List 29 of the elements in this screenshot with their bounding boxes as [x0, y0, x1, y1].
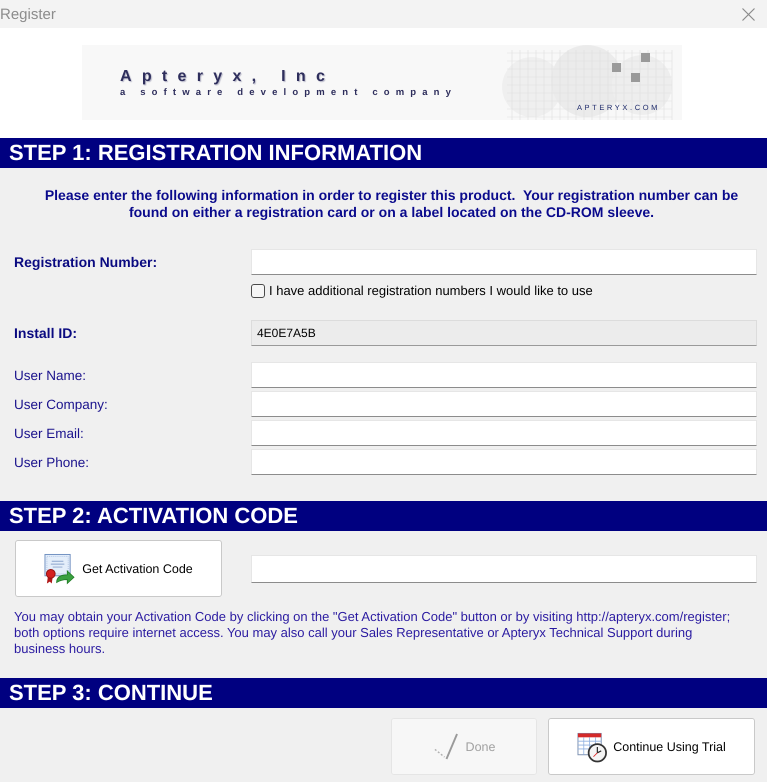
certificate-arrow-icon: [44, 552, 76, 584]
calendar-clock-icon: [577, 730, 608, 762]
company-name: Apteryx, Inc: [120, 69, 336, 85]
field-label: Registration Number:: [14, 254, 158, 270]
checkbox-label[interactable]: I have additional registration numbers I would like to use: [269, 283, 593, 298]
get-activation-code-button[interactable]: Get Activation Code: [15, 540, 222, 597]
activation-code-field[interactable]: [251, 554, 757, 582]
read-only-field[interactable]: 4E0E7A5B: [251, 320, 757, 346]
info-text: You may obtain your Activation Code by clicking on the "Get Activation Code" button or by visiting http://apteryx.com/register; both options require internet access. You may also call your Sales Representative or Apteryx Technical Support during business hours.: [14, 609, 732, 657]
field-label: User Phone:: [14, 454, 90, 470]
field-label: User Name:: [14, 368, 86, 382]
text-field[interactable]: [251, 249, 757, 275]
field-label: User Company:: [14, 396, 108, 412]
field-label: Install ID:: [14, 325, 78, 341]
text-field[interactable]: [251, 391, 757, 417]
text-field[interactable]: [251, 420, 757, 446]
check-icon: [432, 733, 458, 760]
close-icon[interactable]: [742, 8, 755, 20]
section-heading: STEP 1: REGISTRATION INFORMATION: [0, 138, 767, 168]
field-label: User Email:: [14, 426, 84, 440]
section-heading: STEP 2: ACTIVATION CODE: [0, 501, 767, 531]
checkbox[interactable]: [251, 284, 265, 298]
text-field[interactable]: [251, 362, 757, 388]
section-heading: STEP 3: CONTINUE: [0, 678, 767, 708]
instructions-text: Please enter the following information in order to register this product. Your registration number can be found on either a registration card or on a label located on the CD-ROM sleeve.: [44, 187, 740, 221]
continue-trial-button[interactable]: Continue Using Trial: [548, 718, 755, 775]
window-title: Register: [0, 6, 56, 22]
text-field[interactable]: [251, 449, 757, 475]
company-tagline: a software development company: [120, 87, 458, 98]
